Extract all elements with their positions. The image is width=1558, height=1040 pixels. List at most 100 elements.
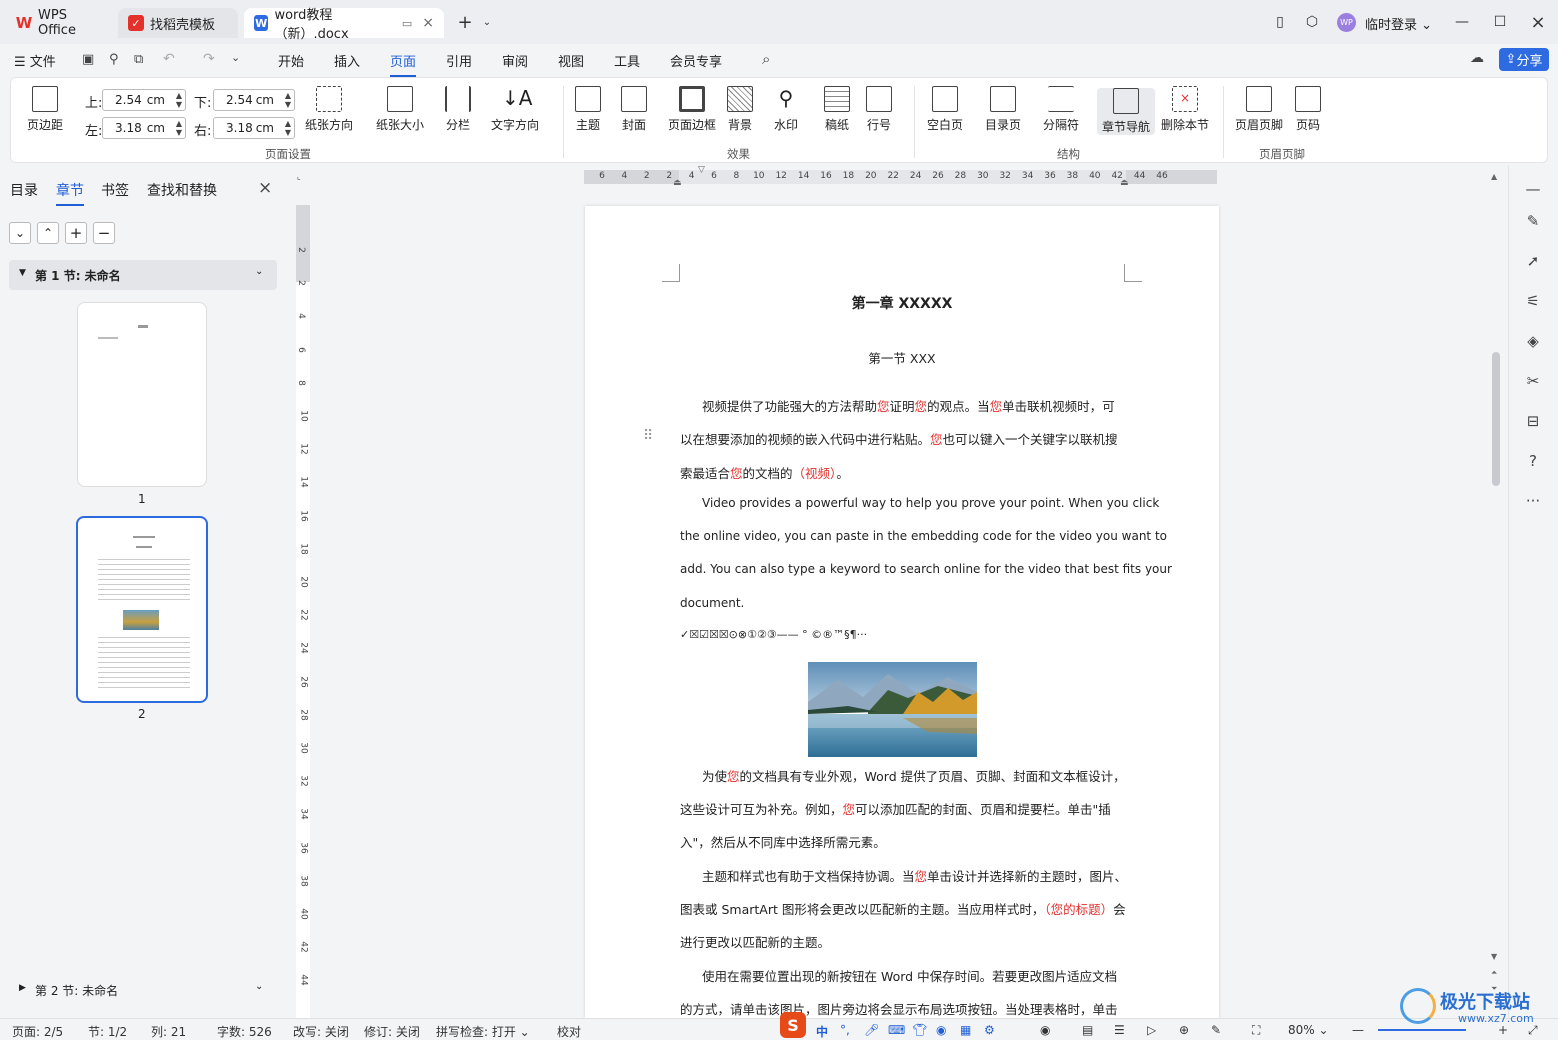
more-quick-icon[interactable]: ⌄ bbox=[231, 51, 240, 64]
paragraph-1-line-3[interactable]: 索最适合您的文档的（视频）。 bbox=[680, 463, 1130, 482]
page-thumbnail-1[interactable] bbox=[77, 302, 207, 487]
paragraph-1-line-1[interactable]: 视频提供了功能强大的方法帮助您证明您的观点。当您单击联机视频时，可 bbox=[680, 396, 1130, 415]
shape-icon[interactable]: ◈ bbox=[1522, 330, 1544, 352]
tab-word-doc[interactable]: W word教程（新）.docx ▭ × bbox=[244, 8, 444, 42]
right-margin-input[interactable]: 3.18 cm ▲ ▼ bbox=[213, 117, 295, 139]
section-2-row[interactable]: ▶ 第 2 节: 未命名 ⌄ bbox=[9, 978, 277, 1004]
tab-wps-office[interactable]: W WPS Office bbox=[6, 8, 112, 38]
ime-logo-icon[interactable]: S bbox=[780, 1012, 806, 1038]
ime-settings-icon[interactable]: ⚙ bbox=[984, 1023, 995, 1037]
outline-view-icon[interactable]: ☰ bbox=[1114, 1023, 1125, 1037]
cover-button[interactable]: 封面 bbox=[621, 86, 647, 133]
share-link-icon[interactable]: ⚲ bbox=[109, 52, 119, 67]
zoom-dropdown[interactable]: 80% ⌄ bbox=[1288, 1023, 1329, 1037]
redo-icon[interactable]: ↷ bbox=[203, 51, 215, 67]
close-tab-icon[interactable]: × bbox=[422, 15, 434, 31]
paper-size-button[interactable]: 纸张大小 bbox=[376, 86, 424, 133]
tools-icon[interactable]: ✂ bbox=[1522, 370, 1544, 392]
monitor-icon[interactable]: ▭ bbox=[402, 17, 412, 30]
ime-skin-icon[interactable]: 👕︎ bbox=[912, 1023, 927, 1037]
zoom-slider[interactable] bbox=[1378, 1029, 1466, 1031]
watermark-button[interactable]: ⚲ 水印 bbox=[773, 86, 799, 133]
print-preview-icon[interactable]: ⧉ bbox=[134, 52, 143, 67]
share-button[interactable]: ⇪ 分享 bbox=[1499, 48, 1549, 71]
menu-page[interactable]: 页面 bbox=[390, 51, 417, 77]
theme-button[interactable]: 主题 bbox=[575, 86, 601, 133]
vertical-scrollbar-thumb[interactable] bbox=[1492, 352, 1500, 486]
orientation-button[interactable]: 纸张方向 bbox=[305, 86, 353, 133]
columns-button[interactable]: 分栏 bbox=[445, 86, 471, 133]
spinner-icon[interactable]: ▲ ▼ bbox=[176, 91, 182, 109]
paragraph-2-line-2[interactable]: the online video, you can paste in the e… bbox=[680, 529, 1167, 543]
close-window-icon[interactable]: × bbox=[1528, 12, 1548, 33]
collapse-up-icon[interactable]: ⌃ bbox=[37, 222, 59, 244]
save-icon[interactable]: ▣ bbox=[82, 52, 94, 67]
paragraph-5-line-1[interactable]: 使用在需要位置出现的新按钮在 Word 中保存时间。若要更改图片适应文档 bbox=[680, 966, 1130, 985]
chevron-down-icon[interactable]: ⌄ bbox=[255, 981, 263, 992]
play-icon[interactable]: ▷ bbox=[1147, 1023, 1156, 1037]
cube-icon[interactable]: ⬡ bbox=[1302, 12, 1322, 32]
menu-view[interactable]: 视图 bbox=[558, 51, 584, 70]
undo-icon[interactable]: ↶ bbox=[163, 51, 175, 67]
scroll-up-icon[interactable]: ▲ bbox=[1491, 172, 1497, 181]
status-proof[interactable]: 校对 bbox=[557, 1023, 581, 1040]
file-menu[interactable]: ☰ 文件 bbox=[14, 51, 56, 70]
chapter-title[interactable]: 第一章 XXXXX bbox=[585, 293, 1219, 313]
spinner-icon[interactable]: ▲ ▼ bbox=[285, 119, 291, 137]
tab-bookmark[interactable]: 书签 bbox=[101, 180, 129, 200]
pen-icon[interactable]: ✎ bbox=[1522, 210, 1544, 232]
status-overwrite[interactable]: 改写: 关闭 bbox=[293, 1023, 349, 1040]
drag-handle-icon[interactable]: ⠿ bbox=[643, 428, 653, 444]
cloud-icon[interactable]: ☁ bbox=[1470, 50, 1484, 66]
search-icon[interactable]: ⌕ bbox=[762, 50, 770, 68]
paragraph-2-line-4[interactable]: document. bbox=[680, 596, 1130, 610]
close-panel-icon[interactable]: × bbox=[258, 178, 272, 198]
top-margin-input[interactable]: 2.54 cm ▲ ▼ bbox=[102, 89, 186, 111]
status-column[interactable]: 列: 21 bbox=[151, 1023, 186, 1040]
landscape-image[interactable] bbox=[808, 662, 977, 757]
help-icon[interactable]: ? bbox=[1522, 450, 1544, 472]
ime-game-icon[interactable]: ◉ bbox=[936, 1023, 946, 1037]
header-footer-button[interactable]: 页眉页脚 bbox=[1235, 86, 1283, 133]
left-margin-input[interactable]: 3.18 cm ▲ ▼ bbox=[102, 117, 186, 139]
tab-docer[interactable]: ✓ 找稻壳模板 bbox=[118, 8, 238, 38]
chevron-down-icon[interactable]: ⌄ bbox=[477, 12, 497, 32]
horizontal-ruler[interactable]: 6 4 2 2 4 6 8 10 12 14 16 18 20 22 24 26 28 30 32 34 36 38 40 4… bbox=[584, 165, 1217, 188]
document-page[interactable]: 第一章 XXXXX 第一节 XXX 视频提供了功能强大的方法帮助您证明您的观点。… bbox=[585, 206, 1219, 1018]
layout-icon[interactable]: ▯ bbox=[1270, 12, 1290, 32]
more-icon[interactable]: ··· bbox=[1522, 490, 1544, 512]
prev-page-icon[interactable]: ⏶ bbox=[1491, 968, 1497, 978]
login-button[interactable]: 临时登录 ⌄ bbox=[1365, 14, 1432, 33]
pen-mode-icon[interactable]: ✎ bbox=[1211, 1023, 1221, 1037]
maximize-icon[interactable]: ☐ bbox=[1490, 12, 1510, 32]
manuscript-button[interactable]: 稿纸 bbox=[824, 86, 850, 133]
add-section-icon[interactable]: + bbox=[65, 222, 87, 244]
eye-icon[interactable]: ◉ bbox=[1040, 1023, 1050, 1037]
select-cursor-icon[interactable]: ➚ bbox=[1522, 250, 1544, 272]
menu-member[interactable]: 会员专享 bbox=[670, 51, 722, 70]
first-indent-marker-icon[interactable]: ▽ bbox=[698, 165, 705, 175]
paragraph-1-line-2[interactable]: 以在想要添加的视频的嵌入代码中进行粘贴。您也可以键入一个关键字以联机搜 bbox=[680, 429, 1130, 448]
ime-keyboard-icon[interactable]: ⌨ bbox=[888, 1023, 905, 1037]
ime-punct-icon[interactable]: °, bbox=[840, 1023, 850, 1037]
status-word-count[interactable]: 字数: 526 bbox=[217, 1023, 272, 1040]
status-spell-check[interactable]: 拼写检查: 打开 ⌄ bbox=[436, 1023, 530, 1040]
fit-page-icon[interactable]: ⛶ bbox=[1252, 1023, 1260, 1038]
bottom-margin-input[interactable]: 2.54 cm ▲ ▼ bbox=[213, 89, 295, 111]
section-1-row[interactable]: ▼ 第 1 节: 未命名 ⌄ bbox=[9, 260, 277, 290]
page-number-button[interactable]: 页码 bbox=[1295, 86, 1321, 133]
symbols-line[interactable]: ✓☒☑☒☒⊙⊗①②③—— ° ©®™§¶··· bbox=[680, 628, 1130, 641]
paragraph-3-line-3[interactable]: 入"，然后从不同库中选择所需元素。 bbox=[680, 832, 1130, 851]
menu-insert[interactable]: 插入 bbox=[334, 51, 360, 70]
paragraph-3-line-1[interactable]: 为使您的文档具有专业外观，Word 提供了页眉、页脚、封面和文本框设计， bbox=[680, 766, 1130, 785]
menu-tools[interactable]: 工具 bbox=[614, 51, 640, 70]
paragraph-4-line-2[interactable]: 图表或 SmartArt 图形将会更改以匹配新的主题。当应用样式时，（您的标题）… bbox=[680, 899, 1130, 918]
margin-button[interactable]: 页边距 bbox=[27, 86, 63, 133]
paragraph-3-line-2[interactable]: 这些设计可互为补充。例如，您可以添加匹配的封面、页眉和提要栏。单击"插 bbox=[680, 799, 1130, 818]
remove-section-icon[interactable]: − bbox=[93, 222, 115, 244]
section-title[interactable]: 第一节 XXX bbox=[585, 348, 1219, 367]
page-border-button[interactable]: 页面边框 bbox=[668, 86, 716, 133]
tab-find-replace[interactable]: 查找和替换 bbox=[147, 180, 217, 200]
scroll-down-icon[interactable]: ▼ bbox=[1491, 952, 1497, 961]
paragraph-5-line-2[interactable]: 的方式，请单击该图片，图片旁边将会显示布局选项按钮。当处理表格时，单击 bbox=[680, 999, 1130, 1018]
